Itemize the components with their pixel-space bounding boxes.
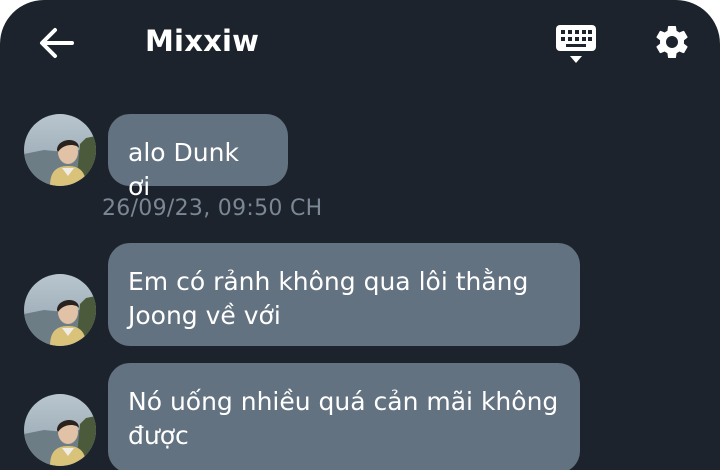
message-text: alo Dunk ơi: [128, 138, 239, 201]
message-timestamp: 26/09/23, 09:50 CH: [102, 196, 323, 221]
avatar[interactable]: [24, 274, 96, 346]
avatar[interactable]: [24, 114, 96, 186]
message-bubble[interactable]: alo Dunk ơi: [108, 114, 288, 201]
message-bubble[interactable]: Nó uống nhiều quá cản mãi không được: [108, 363, 580, 470]
message-text: Em có rảnh không qua lôi thằng Joong về …: [128, 267, 529, 330]
avatar[interactable]: [24, 394, 96, 466]
chat-screen: Mixxiw alo Dunk ơi 26/09/23, 09:50 CH Em…: [0, 0, 720, 470]
profile-photo: [24, 394, 96, 466]
message-text: Nó uống nhiều quá cản mãi không được: [128, 387, 559, 450]
message-list[interactable]: alo Dunk ơi 26/09/23, 09:50 CH Em có rản…: [0, 0, 720, 470]
profile-photo: [24, 114, 96, 186]
message-bubble[interactable]: Em có rảnh không qua lôi thằng Joong về …: [108, 243, 580, 346]
profile-photo: [24, 274, 96, 346]
